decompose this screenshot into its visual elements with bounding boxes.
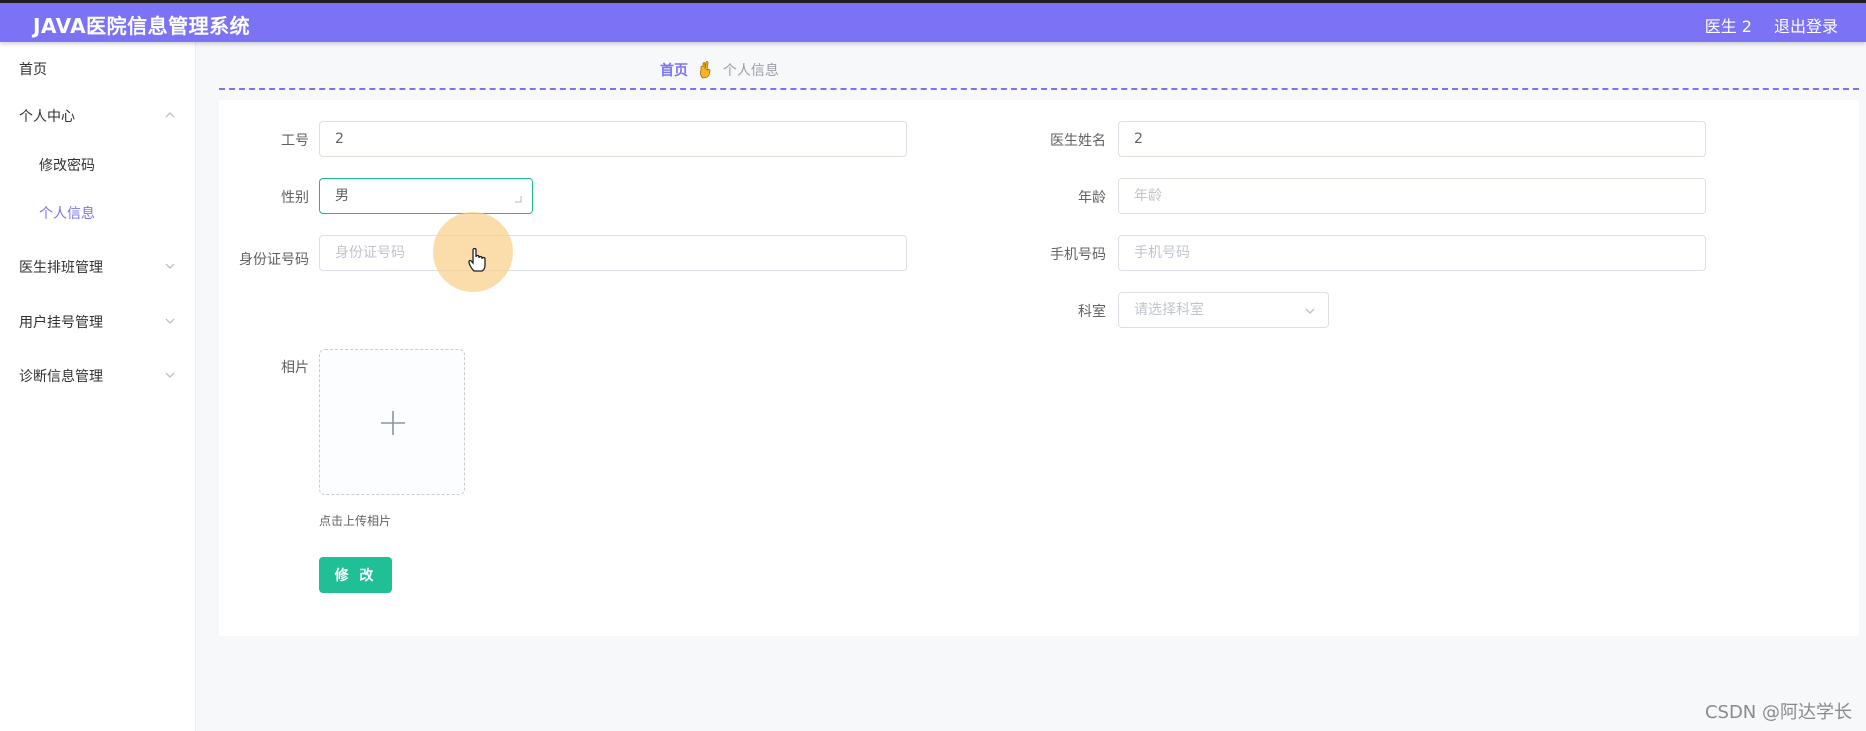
chevron-down-icon	[165, 263, 175, 269]
gender-select[interactable]: 男	[319, 178, 533, 214]
sidebar-item-home[interactable]: 首页	[0, 48, 196, 88]
csdn-watermark: CSDN @阿达学长	[1704, 702, 1852, 723]
chevron-down-icon	[165, 318, 175, 324]
sidebar-menu: 首页 个人中心 修改密码 个人信息 医生排班管理 用户挂号管理 诊断信息管理	[0, 42, 196, 731]
hand-pointer-icon	[468, 247, 486, 272]
department-label: 科室	[1078, 304, 1106, 320]
job-no-input[interactable]	[319, 121, 907, 157]
sidebar-item-label: 用户挂号管理	[19, 315, 103, 331]
sidebar-item-label: 个人中心	[19, 109, 75, 125]
top-navbar: JAVA医院信息管理系统 医生 2 退出登录	[0, 0, 1866, 42]
sidebar-item-personal-center[interactable]: 个人中心	[0, 95, 196, 135]
doctor-name-input[interactable]	[1118, 121, 1706, 157]
sidebar-item-personal-info[interactable]: 个人信息	[0, 192, 196, 232]
id-card-input[interactable]	[319, 235, 907, 271]
breadcrumb-divider	[219, 88, 1859, 90]
sidebar-item-label: 个人信息	[39, 206, 95, 222]
sidebar-item-label: 诊断信息管理	[19, 369, 103, 385]
current-user: 医生 2	[1704, 17, 1752, 36]
doctor-name-label: 医生姓名	[1050, 133, 1106, 149]
phone-label: 手机号码	[1050, 247, 1106, 263]
app-title: JAVA医院信息管理系统	[33, 14, 251, 38]
department-select-placeholder: 请选择科室	[1134, 302, 1204, 318]
photo-upload-tip: 点击上传相片	[319, 514, 392, 528]
resize-handle-icon	[515, 196, 522, 203]
chevron-down-icon	[165, 372, 175, 378]
logout-button[interactable]: 退出登录	[1774, 13, 1838, 37]
chevron-up-icon	[165, 112, 175, 118]
department-select[interactable]: 请选择科室	[1118, 292, 1329, 328]
sidebar-item-label: 修改密码	[39, 158, 95, 174]
sidebar-item-registration-management[interactable]: 用户挂号管理	[0, 301, 196, 341]
sidebar-item-change-password[interactable]: 修改密码	[0, 144, 196, 184]
hand-emoji-icon	[700, 61, 711, 79]
id-card-label: 身份证号码	[239, 252, 309, 268]
age-input[interactable]	[1118, 178, 1706, 214]
update-button[interactable]: 修 改	[319, 557, 392, 593]
sidebar-item-schedule-management[interactable]: 医生排班管理	[0, 246, 196, 286]
breadcrumb-home-link[interactable]: 首页	[660, 63, 688, 79]
sidebar-item-label: 医生排班管理	[19, 260, 103, 276]
photo-upload-box[interactable]	[319, 349, 465, 495]
sidebar-item-diagnosis-management[interactable]: 诊断信息管理	[0, 355, 196, 395]
breadcrumb-current: 个人信息	[722, 63, 779, 79]
sidebar-item-label: 首页	[19, 62, 47, 78]
phone-input[interactable]	[1118, 235, 1706, 271]
chevron-down-icon	[1305, 308, 1315, 314]
age-label: 年龄	[1078, 190, 1106, 206]
job-no-label: 工号	[281, 133, 309, 149]
gender-label: 性别	[281, 190, 309, 206]
photo-label: 相片	[281, 360, 309, 376]
gender-select-value: 男	[335, 188, 349, 204]
plus-icon	[381, 411, 405, 435]
breadcrumb: 首页 个人信息	[660, 60, 779, 80]
